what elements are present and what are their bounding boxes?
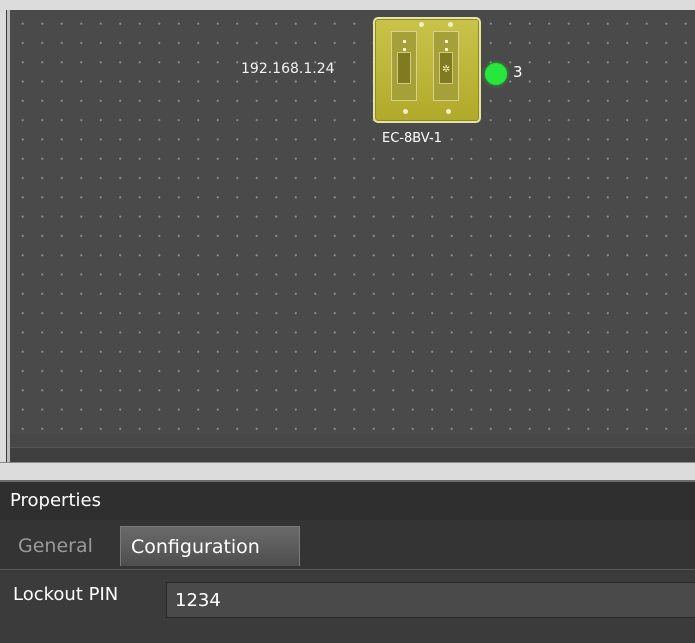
led-dot-icon [403,48,406,51]
lockout-pin-input[interactable] [166,582,695,618]
screw-icon [448,22,453,27]
canvas-scroll-area[interactable] [10,434,695,448]
device-node[interactable]: ✲ [373,17,481,123]
rocker-switch [397,52,411,84]
rocker-slot-right: ✲ [433,31,459,101]
device-name-label: EC-8BV-1 [382,131,442,146]
screw-icon [403,109,408,114]
rocker-switch: ✲ [439,52,453,84]
status-count: 3 [513,63,523,81]
window-frame-top [0,0,695,10]
panel-splitter[interactable] [0,462,695,480]
tab-configuration[interactable]: Configuration [120,526,300,566]
window-frame-left [0,0,6,465]
properties-title: Properties [10,490,101,511]
tab-general[interactable]: General [8,526,120,566]
screw-icon [419,22,424,27]
properties-tabbar: General Configuration [0,520,695,570]
lockout-pin-row: Lockout PIN [0,572,695,643]
led-dot-icon [445,48,448,51]
properties-header: Properties [0,480,695,520]
gear-icon: ✲ [442,64,451,75]
canvas-bottom-bar [10,447,695,462]
led-dot-icon [445,40,448,43]
device-ip-label: 192.168.1.24 [241,61,335,77]
led-dot-icon [403,40,406,43]
lockout-pin-label: Lockout PIN [13,584,119,605]
status-indicator-icon [485,63,507,85]
design-canvas[interactable] [7,10,695,462]
rocker-slot-left [391,31,417,101]
screw-icon [446,109,451,114]
